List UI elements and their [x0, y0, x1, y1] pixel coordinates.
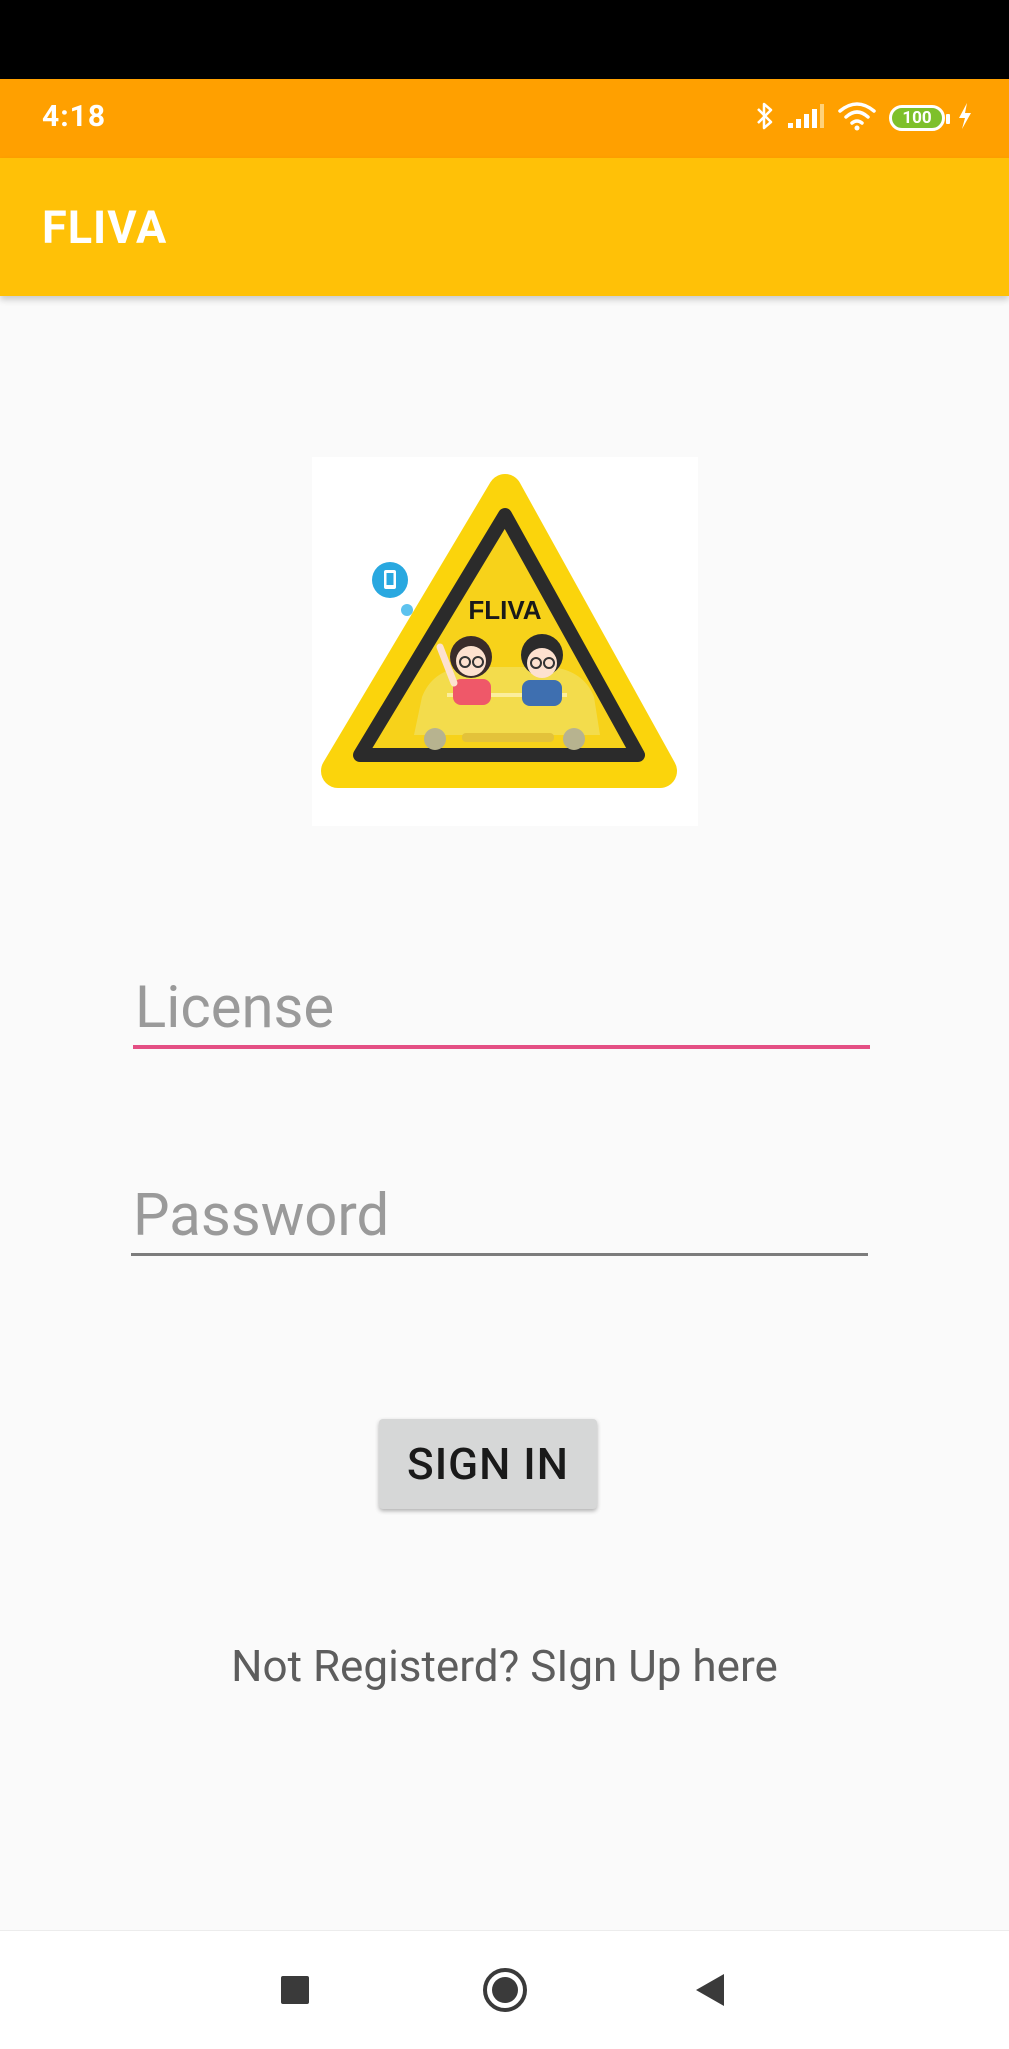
app-bar: FLIVA	[0, 158, 1009, 296]
app-title: FLIVA	[42, 201, 168, 254]
signup-link[interactable]: Not Registerd? SIgn Up here	[0, 1640, 1009, 1692]
sign-in-button[interactable]: SIGN IN	[379, 1419, 597, 1509]
back-button[interactable]	[680, 1959, 742, 2021]
battery-level: 100	[902, 108, 932, 128]
recent-apps-button[interactable]	[264, 1959, 326, 2021]
license-input[interactable]	[133, 971, 870, 1049]
recent-apps-icon	[281, 1976, 309, 2004]
home-icon	[483, 1968, 527, 2012]
top-black-band	[0, 0, 1009, 79]
fliva-logo: FLIVA	[312, 457, 698, 826]
charging-icon	[957, 102, 973, 134]
status-icons: 100	[755, 97, 973, 139]
back-icon	[696, 1974, 724, 2006]
logo-text: FLIVA	[468, 595, 541, 625]
bluetooth-icon	[755, 101, 775, 135]
battery-icon: 100	[889, 105, 950, 131]
navigation-bar	[0, 1930, 1009, 2049]
status-time: 4:18	[42, 99, 107, 134]
password-input[interactable]	[131, 1178, 868, 1256]
signal-icon	[787, 103, 825, 133]
status-bar: 4:18 100	[0, 79, 1009, 158]
wifi-icon	[837, 101, 877, 135]
home-button[interactable]	[474, 1959, 536, 2021]
